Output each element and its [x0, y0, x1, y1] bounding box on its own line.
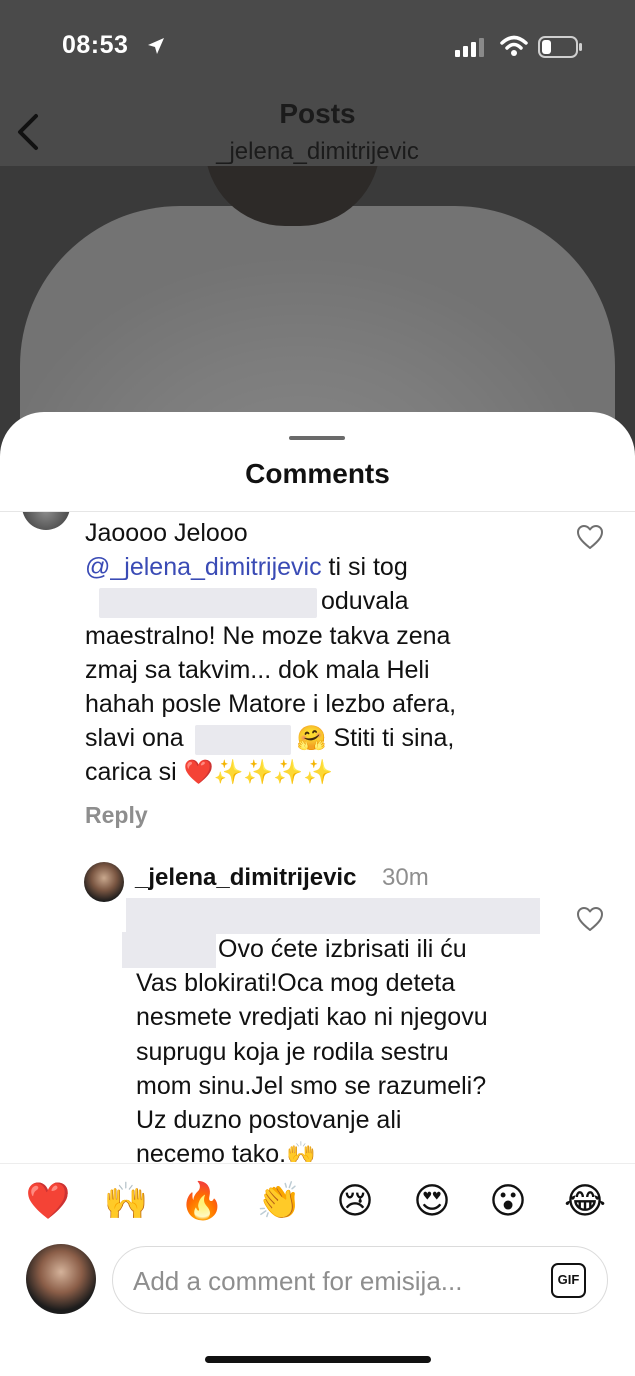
comment-line: maestralno! Ne moze takva zena: [85, 621, 451, 650]
comment-text-fragment: ti si tog: [321, 553, 408, 582]
redacted-text: [194, 724, 291, 755]
reaction-heart-eyes-emoji[interactable]: 😍: [408, 1178, 456, 1226]
reaction-clapping-emoji[interactable]: 👏: [255, 1178, 303, 1226]
mention-link[interactable]: @_jelena_dimitrijevic: [85, 553, 322, 581]
redacted-text: [126, 898, 540, 934]
reply-text-fragment: necemo tako.: [136, 1140, 287, 1162]
comment-list[interactable]: Jaoooo Jelooo @_jelena_dimitrijevic ti s…: [0, 512, 635, 1162]
reaction-laughing-emoji[interactable]: 😂: [561, 1178, 609, 1226]
comment-text-fragment: Stiti ti sina,: [326, 724, 455, 753]
comment-line: @_jelena_dimitrijevic ti si tog: [85, 550, 545, 584]
reaction-fire-emoji[interactable]: 🔥: [178, 1178, 226, 1226]
comment-text-fragment: slavi ona: [85, 724, 191, 753]
comment-text-fragment: oduvala: [321, 587, 409, 616]
home-indicator[interactable]: [205, 1356, 431, 1363]
comment-line: oduvala: [85, 584, 545, 618]
sheet-grab-handle[interactable]: [289, 436, 345, 440]
reply-timestamp: 30m: [382, 864, 429, 891]
comment-line: Jaoooo Jelooo: [85, 519, 248, 547]
reply-line: Ovo ćete izbrisati ili ću: [136, 932, 566, 966]
comment-input[interactable]: Add a comment for emisija... GIF: [112, 1246, 608, 1314]
post-background: 08:53 Posts _jelena_dimitrijevic: [0, 0, 635, 470]
comment-body: Jaoooo Jelooo @_jelena_dimitrijevic ti s…: [85, 516, 545, 790]
comment-line: hahah posle Matore i lezbo afera,: [85, 690, 457, 719]
reply-line: suprugu koja je rodila sestru: [136, 1037, 449, 1066]
status-time: 08:53: [62, 31, 129, 59]
reply-line: nesmete vredjati kao ni njegovu: [136, 1003, 488, 1032]
comment-text-fragment: carica si: [85, 758, 184, 787]
comment-input-placeholder: Add a comment for emisija...: [133, 1266, 463, 1296]
gif-icon[interactable]: GIF: [551, 1263, 586, 1298]
reply-body: Ovo ćete izbrisati ili ću Vas blokirati!…: [136, 932, 566, 1162]
cellular-signal-icon: [455, 38, 484, 57]
composer-bar: ❤️ 🙌 🔥 👏 😢 😍 😮 😂 Add a comment for emisi…: [0, 1163, 635, 1376]
reply-line: Vas blokirati!Oca mog deteta: [136, 969, 456, 998]
status-bar: 08:53: [0, 0, 635, 90]
reply-line: Uz duzno postovanje ali: [136, 1106, 402, 1135]
battery-icon: [538, 36, 582, 58]
sheet-title: Comments: [245, 458, 390, 489]
reply-line: necemo tako.🙌: [136, 1137, 566, 1162]
like-heart-icon[interactable]: [576, 524, 604, 550]
reaction-raised-hands-emoji[interactable]: 🙌: [102, 1178, 150, 1226]
post-header: Posts _jelena_dimitrijevic: [0, 92, 635, 167]
like-heart-icon[interactable]: [576, 906, 604, 932]
commenter-avatar[interactable]: [22, 512, 70, 530]
quick-reactions: ❤️ 🙌 🔥 👏 😢 😍 😮 😂: [0, 1178, 635, 1228]
reaction-crying-emoji[interactable]: 😢: [331, 1178, 379, 1226]
location-arrow-icon: [148, 38, 164, 54]
raised-hands-emoji: 🙌: [286, 1140, 316, 1162]
reply-button[interactable]: Reply: [85, 802, 148, 829]
hugging-face-emoji: 🤗: [296, 724, 327, 753]
reply-line: mom sinu.Jel smo se razumeli?: [136, 1071, 487, 1100]
reaction-surprised-emoji[interactable]: 😮: [484, 1178, 532, 1226]
current-user-avatar: [26, 1244, 96, 1314]
reaction-heart-emoji[interactable]: ❤️: [24, 1178, 72, 1226]
heart-sparkles-emoji: ❤️✨✨✨✨: [183, 758, 334, 787]
wifi-icon: [500, 35, 528, 56]
reply-text-fragment: Ovo ćete izbrisati ili ću: [218, 935, 467, 963]
reply-username[interactable]: _jelena_dimitrijevic: [135, 864, 356, 892]
reply-avatar[interactable]: [84, 862, 124, 902]
redacted-text: [99, 587, 317, 618]
comment-line: carica si ❤️✨✨✨✨: [85, 755, 545, 789]
post-username[interactable]: _jelena_dimitrijevic: [0, 138, 635, 166]
comment-line: zmaj sa takvim... dok mala Heli: [85, 655, 430, 684]
page-title: Posts: [279, 98, 356, 129]
comment-line: slavi ona 🤗 Stiti ti sina,: [85, 721, 545, 755]
